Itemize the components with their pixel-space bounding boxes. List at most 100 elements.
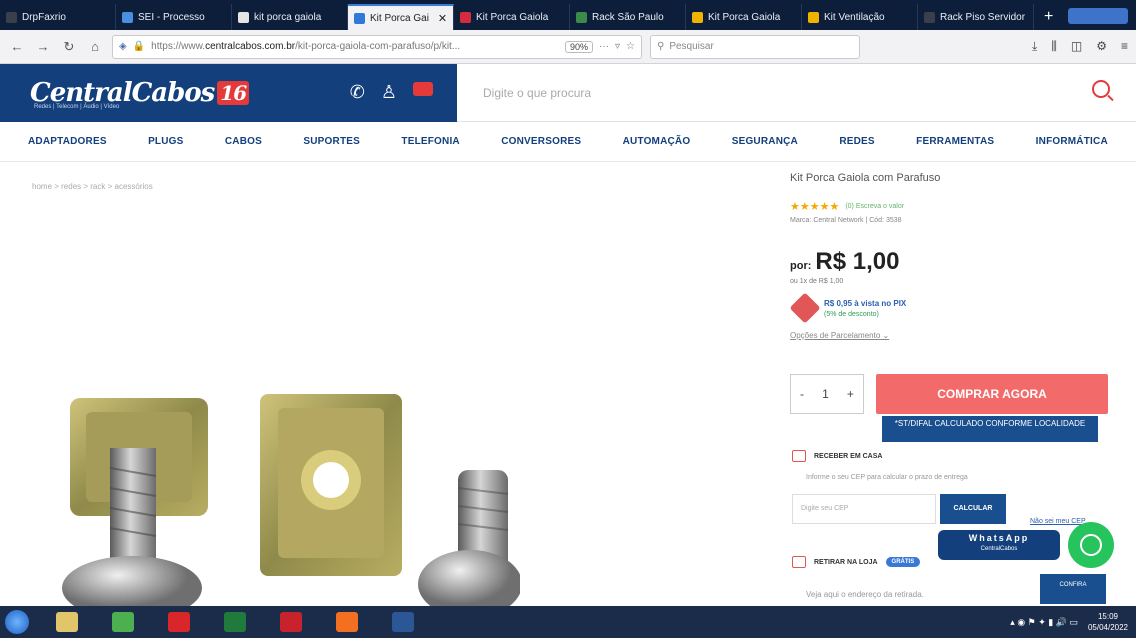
taskbar-pdf-viewer-icon[interactable]	[268, 608, 314, 636]
pix-icon	[789, 292, 821, 324]
start-button[interactable]	[0, 606, 34, 638]
quantity-stepper[interactable]: - 1 +	[790, 374, 864, 414]
browser-tab[interactable]: kit porca gaiola	[232, 4, 348, 30]
category-item[interactable]: PLUGS	[148, 136, 183, 147]
pocket-icon[interactable]: ▿	[615, 41, 620, 52]
browser-tab[interactable]: DrpFaxrio	[0, 4, 116, 30]
free-badge: GRÁTIS	[885, 557, 921, 567]
category-item[interactable]: TELEFONIA	[401, 136, 459, 147]
tab-favicon-icon	[6, 11, 17, 23]
installment-line: ou 1x de R$ 1,00	[790, 278, 844, 285]
tab-favicon-icon	[808, 11, 819, 23]
browser-tab[interactable]: Rack São Paulo	[570, 4, 686, 30]
user-icon[interactable]: ♙	[381, 82, 397, 103]
cart-icon[interactable]	[413, 82, 433, 96]
category-item[interactable]: CABOS	[225, 136, 262, 147]
whatsapp-button[interactable]: WhatsApp CentralCabos	[938, 530, 1060, 560]
home-icon[interactable]: ⌂	[86, 39, 104, 54]
taskbar-explorer-icon[interactable]	[44, 608, 90, 636]
decrement-button[interactable]: -	[800, 387, 804, 401]
taskbar-acrobat-icon[interactable]	[156, 608, 202, 636]
close-tab-icon[interactable]: ✕	[438, 12, 447, 25]
taskbar-chrome-icon[interactable]	[100, 608, 146, 636]
shield-icon: ◈	[119, 41, 127, 52]
url-bar[interactable]: ◈ 🔒 https://www. centralcabos.com.br/kit-…	[112, 34, 642, 59]
browser-tab[interactable]: Kit Ventilação	[802, 4, 918, 30]
library-icon[interactable]: ⫼	[1051, 39, 1057, 54]
reload-icon[interactable]: ↻	[60, 39, 78, 55]
whatsapp-icon[interactable]	[1068, 522, 1114, 568]
bookmark-star-icon[interactable]: ☆	[626, 41, 635, 52]
product-title: Kit Porca Gaiola com Parafuso	[790, 172, 941, 184]
site-header: CentralCabos 16 Redes | Telecom | Áudio |…	[0, 64, 1136, 122]
tab-label: kit porca gaiola	[254, 11, 322, 23]
taskbar-excel-icon[interactable]	[212, 608, 258, 636]
logo-tagline: Redes | Telecom | Áudio | Vídeo	[34, 104, 120, 110]
installment-options-link[interactable]: Opções de Parcelamento ⌄	[790, 331, 1120, 340]
pix-discount: (5% de desconto)	[824, 310, 879, 318]
window-controls[interactable]	[1068, 8, 1128, 24]
tax-note-button[interactable]: *ST/DIFAL CALCULADO CONFORME LOCALIDADE	[882, 416, 1098, 442]
reviews-link[interactable]: (0) Escreva o valor	[845, 203, 904, 210]
more-actions-icon[interactable]: ···	[599, 41, 609, 52]
taskbar-word-icon[interactable]	[380, 608, 426, 636]
zoom-level[interactable]: 90%	[564, 40, 593, 53]
pickup-info: Veja aqui o endereço da retirada.	[806, 590, 924, 599]
download-icon[interactable]: ⤓	[1032, 39, 1037, 54]
new-tab-button[interactable]: +	[1034, 4, 1063, 30]
tab-label: Kit Porca Gaiola	[476, 11, 549, 23]
dont-know-cep-link[interactable]: Não sei meu CEP	[1030, 518, 1086, 525]
category-item[interactable]: INFORMÁTICA	[1036, 136, 1108, 147]
browser-tab[interactable]: Kit Porca Gaiola	[686, 4, 802, 30]
clock[interactable]: 15:09 05/04/2022	[1088, 611, 1128, 633]
site-search-icon[interactable]	[1092, 80, 1110, 98]
browser-tab[interactable]: SEI - Processo	[116, 4, 232, 30]
category-item[interactable]: AUTOMAÇÃO	[623, 136, 691, 147]
calculate-button[interactable]: CALCULAR	[940, 494, 1006, 524]
tab-label: Kit Porca Gaiola	[708, 11, 781, 23]
browser-tab[interactable]: Kit Porca Gaiola	[454, 4, 570, 30]
breadcrumb[interactable]: home > redes > rack > acessórios	[32, 182, 153, 191]
cep-input[interactable]: Digite seu CEP	[792, 494, 936, 524]
taskbar-firefox-icon[interactable]	[324, 608, 370, 636]
category-item[interactable]: CONVERSORES	[501, 136, 581, 147]
receive-info: Informe o seu CEP para calcular o prazo …	[806, 474, 968, 481]
category-item[interactable]: ADAPTADORES	[28, 136, 107, 147]
site-search-placeholder: Digite o que procura	[483, 85, 592, 100]
category-item[interactable]: SUPORTES	[303, 136, 360, 147]
confirm-button[interactable]: CONFIRA	[1040, 574, 1106, 604]
tray-icons[interactable]: ▴ ◉ ⚑ ✦ ▮ 🔊 ▭	[1010, 617, 1078, 628]
tab-label: DrpFaxrio	[22, 11, 66, 23]
price-prefix: por:	[790, 260, 812, 272]
url-host: centralcabos.com.br	[205, 41, 296, 52]
search-icon: ⚲	[657, 41, 665, 52]
back-icon[interactable]: ←	[8, 39, 26, 54]
buy-now-button[interactable]: COMPRAR AGORA	[876, 374, 1108, 414]
brand-bar: CentralCabos 16 Redes | Telecom | Áudio |…	[0, 64, 457, 122]
tab-label: Rack São Paulo	[592, 11, 664, 23]
chevron-down-icon: ⌄	[882, 331, 890, 340]
site-search-input[interactable]: Digite o que procura	[457, 64, 1136, 122]
rating-stars[interactable]: ★★★★★	[790, 200, 839, 213]
quantity-value[interactable]: 1	[822, 387, 829, 401]
browser-navbar: ← → ↻ ⌂ ◈ 🔒 https://www. centralcabos.com…	[0, 30, 1136, 64]
menu-icon[interactable]: ≡	[1121, 39, 1128, 54]
increment-button[interactable]: +	[847, 387, 854, 401]
url-prefix: https://www.	[151, 41, 206, 52]
sidebar-icon[interactable]: ◫	[1071, 39, 1082, 54]
price-value: R$ 1,00	[815, 248, 900, 275]
category-item[interactable]: FERRAMENTAS	[916, 136, 994, 147]
forward-icon[interactable]: →	[34, 39, 52, 54]
product-image	[62, 394, 520, 606]
whatsapp-label: WhatsApp	[968, 533, 1030, 543]
browser-search-box[interactable]: ⚲ Pesquisar	[650, 34, 860, 59]
browser-tab[interactable]: Rack Piso Servidor	[918, 4, 1034, 30]
phone-icon[interactable]: ✆	[350, 82, 365, 103]
browser-tab[interactable]: Kit Porca Gai ✕	[348, 4, 454, 30]
category-item[interactable]: SEGURANÇA	[732, 136, 798, 147]
category-item[interactable]: REDES	[839, 136, 874, 147]
receive-title: RECEBER EM CASA	[814, 452, 883, 460]
category-menu: ADAPTADORES PLUGS CABOS SUPORTES TELEFONIA CO…	[0, 122, 1136, 162]
extension-icon[interactable]: ⚙	[1096, 39, 1107, 54]
product-panel: Kit Porca Gaiola com Parafuso ★★★★★ (0) …	[789, 172, 1120, 340]
